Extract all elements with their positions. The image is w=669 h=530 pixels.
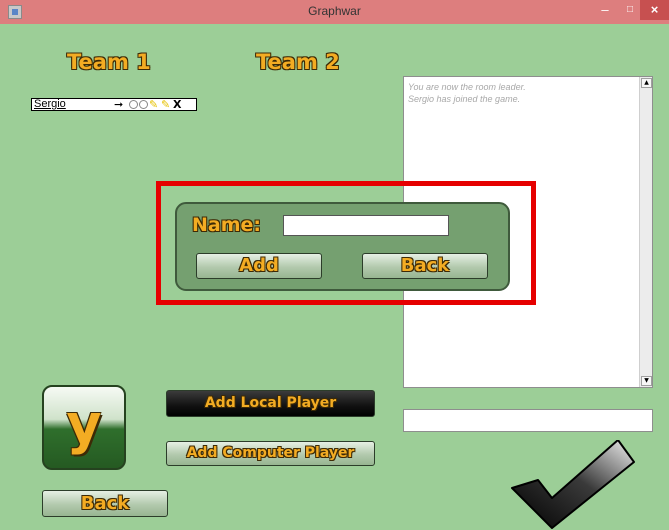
- pencil-icon[interactable]: ✎: [161, 99, 172, 110]
- chat-input[interactable]: [403, 409, 653, 432]
- add-button[interactable]: Add: [196, 253, 322, 279]
- scroll-down-icon[interactable]: ▼: [641, 376, 652, 386]
- y-glyph: y: [66, 393, 102, 456]
- close-icon[interactable]: ×: [640, 0, 669, 20]
- maximize-icon[interactable]: □: [620, 0, 640, 20]
- add-local-player-button[interactable]: Add Local Player: [166, 390, 375, 417]
- chat-message: Sergio has joined the game.: [408, 94, 521, 104]
- add-computer-player-button[interactable]: Add Computer Player: [166, 441, 375, 466]
- y-tile-button[interactable]: y: [42, 385, 126, 470]
- player-name: Sergio: [34, 98, 66, 110]
- chat-scrollbar[interactable]: ▲ ▼: [639, 77, 652, 387]
- window-title: Graphwar: [308, 4, 361, 18]
- player-controls: ➞ ✎ ✎ X: [114, 99, 181, 110]
- back-button[interactable]: Back: [42, 490, 168, 517]
- name-input[interactable]: [283, 215, 449, 236]
- minimize-icon[interactable]: –: [594, 0, 616, 20]
- player-option-icon[interactable]: [139, 100, 148, 109]
- scroll-up-icon[interactable]: ▲: [641, 78, 652, 88]
- title-bar: Graphwar – □ ×: [0, 0, 669, 24]
- team2-label[interactable]: Team 2: [256, 50, 340, 74]
- name-label: Name:: [192, 214, 262, 236]
- player-row[interactable]: Sergio ➞ ✎ ✎ X: [31, 98, 197, 111]
- pencil-icon[interactable]: ✎: [149, 99, 160, 110]
- team1-label[interactable]: Team 1: [67, 50, 151, 74]
- chat-messages: You are now the room leader. Sergio has …: [408, 81, 638, 105]
- player-option-icon[interactable]: [129, 100, 138, 109]
- chat-message: You are now the room leader.: [408, 82, 526, 92]
- checkmark-icon[interactable]: [508, 440, 638, 530]
- dialog-back-button[interactable]: Back: [362, 253, 488, 279]
- remove-player-icon[interactable]: X: [173, 99, 181, 110]
- arrow-icon[interactable]: ➞: [114, 99, 128, 110]
